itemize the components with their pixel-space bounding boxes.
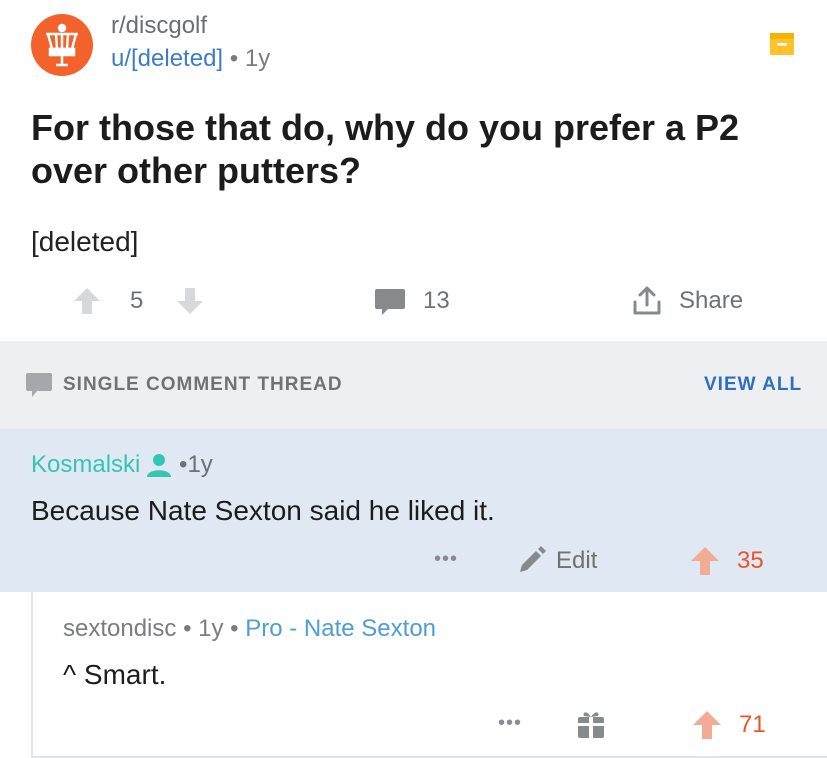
reply-age: 1y [198,615,224,642]
user-flair: Pro - Nate Sexton [245,615,437,642]
more-options-button[interactable]: ••• [434,548,458,571]
thread-label: SINGLE COMMENT THREAD [63,374,343,395]
pencil-icon[interactable] [516,546,546,581]
share-button[interactable]: Share [679,287,743,315]
subreddit-icon[interactable] [31,14,93,76]
reply-score: 71 [739,711,766,738]
reply-author[interactable]: sextondisc [63,615,176,642]
comment-text: Because Nate Sexton said he liked it. [31,495,495,526]
comment-score: 35 [737,547,764,574]
comment-bubble-icon [25,372,53,403]
comment-bubble-icon[interactable] [374,287,406,322]
edit-button[interactable]: Edit [556,547,597,575]
meta-separator: • [229,45,245,72]
post-body: [deleted] [31,226,139,257]
meta-separator: • [183,615,199,642]
post-score: 5 [130,287,144,314]
comment-meta: Kosmalski • 1y [31,451,213,479]
thread-line [31,592,33,758]
gift-icon[interactable] [576,708,606,745]
post-age: 1y [244,45,271,72]
comment-age: 1y [187,451,213,478]
user-icon [146,453,172,477]
reply-text: ^ Smart. [63,659,167,690]
post-author[interactable]: u/[deleted] [111,45,223,72]
comment-count[interactable]: 13 [423,287,450,315]
archive-icon[interactable] [769,31,795,57]
meta-separator: • [230,615,246,642]
subreddit-name[interactable]: r/discgolf [111,12,207,40]
meta-separator: • [172,451,188,478]
upvote-arrow-icon[interactable] [690,545,720,582]
upvote-arrow-icon[interactable] [73,286,101,321]
reply-meta: sextondisc • 1y • Pro - Nate Sexton [63,615,436,643]
post-meta: u/[deleted] • 1y [111,45,270,73]
view-all-button[interactable]: VIEW ALL [704,374,802,396]
post-title[interactable]: For those that do, why do you prefer a P… [31,106,791,192]
downvote-arrow-icon[interactable] [176,286,204,321]
comment-author[interactable]: Kosmalski [31,451,140,479]
share-icon[interactable] [631,285,663,322]
disc-golf-basket-icon [46,23,78,67]
upvote-arrow-icon[interactable] [692,709,722,746]
more-options-button[interactable]: ••• [498,712,522,735]
